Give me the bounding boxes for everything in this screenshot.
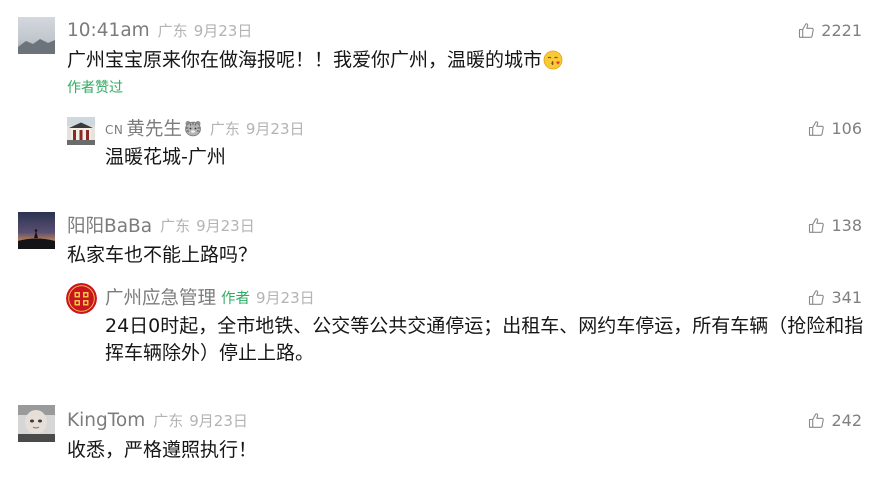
thumbs-up-icon [808,120,825,137]
user-avatar[interactable] [18,212,55,249]
comment-item: KingTom 广东 9月23日 242 收悉，严格遵照执行！ [0,395,884,480]
comment-header: KingTom 广东 9月23日 [67,408,248,432]
comment-location: 广东 [153,411,184,430]
comment-author: 10:41am [67,19,150,41]
like-count: 138 [831,215,862,235]
reply-text: 24日0时起，全市地铁、公交等公共交通停运；出租车、网约车停运，所有车辆（抢险和… [105,313,863,367]
thumbs-up-icon [808,412,825,429]
user-avatar[interactable] [66,283,97,314]
like-button[interactable]: 242 [808,408,862,432]
author-badge: 作者 [221,290,251,307]
comment-item: 10:41am 广东 9月23日 2221 广州宝宝原来你在做海报呢！！我爱你广… [0,0,884,200]
comment-author: KingTom [67,409,146,431]
thumbs-up-icon [808,289,825,306]
comment-header: 阳阳BaBa 广东 9月23日 [67,213,255,237]
user-avatar[interactable] [18,17,55,54]
comment-date: 9月23日 [196,216,255,235]
like-button[interactable]: 138 [808,213,862,237]
like-button[interactable]: 106 [808,116,862,140]
like-count: 106 [831,118,862,138]
reply-item: 广州应急管理 作者 9月23日 341 24日0时起，全市地铁、公交等公共交通停… [0,272,884,395]
comment-text: 私家车也不能上路吗？ [67,244,258,266]
like-button[interactable]: 341 [808,285,862,309]
reply-text-line: 挥车辆除外）停止上路。 [105,342,315,364]
comment-date: 9月23日 [189,411,248,430]
reply-date: 9月23日 [245,119,305,138]
comment-text: 收悉，严格遵照执行！ [67,439,258,461]
kissing-face-emoji-icon [543,50,563,70]
comment-item: 阳阳BaBa 广东 9月23日 138 私家车也不能上路吗？ 广州应急管理 作者… [0,200,884,395]
comment-date: 9月23日 [193,21,253,40]
reply-text-line: 24日0时起，全市地铁、公交等公共交通停运；出租车、网约车停运，所有车辆（抢险和… [105,315,864,337]
author-name-prefix: CN [105,123,124,137]
reply-author: 黄先生 [126,119,182,140]
like-count: 341 [831,287,862,307]
like-button[interactable]: 2221 [798,18,862,42]
comment-location: 广东 [157,21,188,40]
reply-text: 温暖花城-广州 [105,146,226,168]
comment-text: 广州宝宝原来你在做海报呢！！我爱你广州，温暖的城市 [67,47,563,74]
user-avatar[interactable] [18,405,55,442]
reply-date: 9月23日 [256,288,315,307]
reply-author: 广州应急管理 [105,288,217,309]
reply-item: CN 黄先生 广东 9月23日 106 温暖花城-广州 [0,105,884,200]
like-count: 2221 [821,20,862,40]
comment-location: 广东 [160,216,191,235]
like-count: 242 [831,410,862,430]
comment-author: 阳阳BaBa [67,216,153,237]
tiger-face-emoji-icon [184,119,202,137]
thumbs-up-icon [798,22,815,39]
thumbs-up-icon [808,217,825,234]
reply-header: 广州应急管理 作者 9月23日 [105,285,315,309]
author-liked-label: 作者赞过 [67,80,123,96]
comment-header: 10:41am 广东 9月23日 [67,18,252,42]
reply-header: CN 黄先生 广东 9月23日 [105,116,305,140]
user-avatar[interactable] [67,117,95,145]
comment-text-content: 广州宝宝原来你在做海报呢！！我爱你广州，温暖的城市 [67,49,543,71]
reply-location: 广东 [209,119,240,138]
